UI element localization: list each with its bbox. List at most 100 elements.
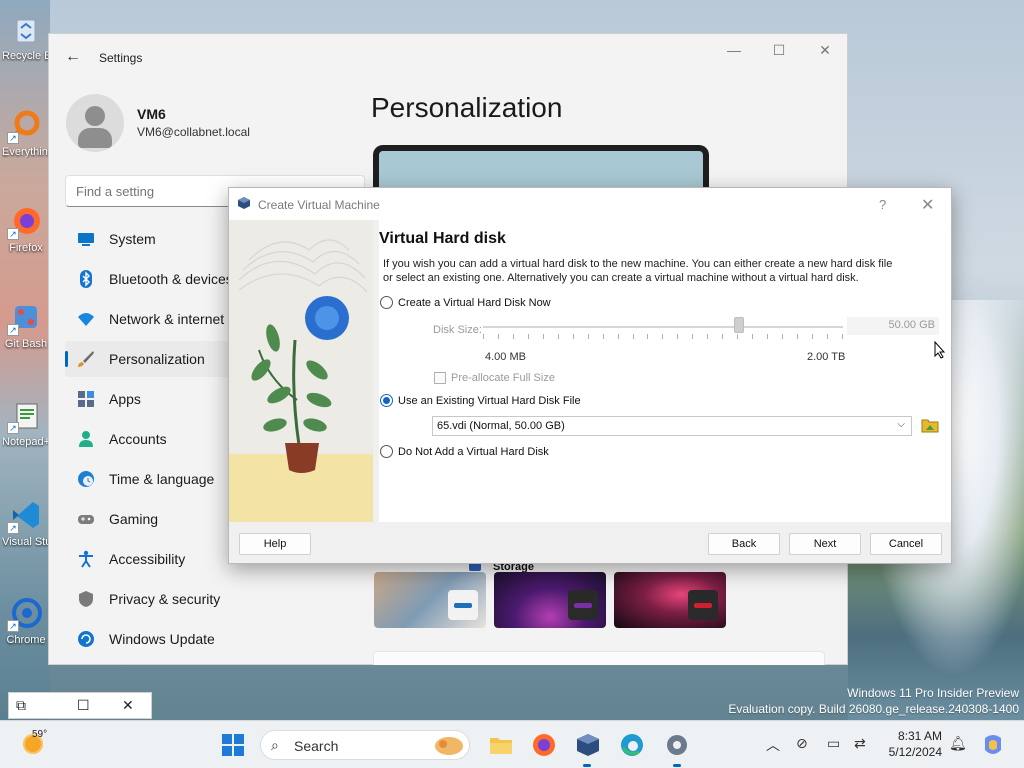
chrome-icon: ↗ (7, 596, 43, 632)
desktop-icon-notepad[interactable]: ↗ Notepad++ (2, 394, 50, 468)
wizard-content: Virtual Hard disk If you wish you can ad… (379, 220, 951, 522)
file-explorer-icon[interactable] (488, 732, 514, 758)
weather-temperature[interactable]: 59° (32, 729, 47, 740)
user-name: VM6 (137, 106, 166, 122)
disk-size-value[interactable]: 50.00 GB (847, 317, 939, 335)
snap-window-icon[interactable]: ⧉ (16, 697, 26, 714)
shortcut-arrow-icon: ↗ (7, 132, 19, 144)
network-off-icon[interactable]: ⊘ (796, 735, 808, 752)
existing-disk-select[interactable]: 65.vdi (Normal, 50.00 GB) ⌵ (432, 416, 912, 436)
taskbar-search-label: Search (294, 738, 339, 754)
radio-no-disk[interactable] (380, 445, 393, 458)
shortcut-arrow-icon: ↗ (7, 522, 19, 534)
update-icon (78, 631, 94, 647)
disk-size-slider-handle[interactable] (733, 317, 744, 333)
running-indicator (673, 764, 681, 767)
taskbar: 59° ⌕ Search ︿ ⊘ ▭ ⇄ 8:31 AM 5/12/2024 🔔… (0, 720, 1024, 768)
desktop-icon-label: Visual Studio Code (2, 536, 50, 548)
everything-icon: ↗ (7, 108, 43, 144)
shortcut-arrow-icon: ↗ (7, 620, 19, 632)
running-indicator (583, 764, 591, 767)
git-bash-icon: ↗ (7, 300, 43, 336)
settings-titlebar[interactable]: ← Settings — ☐ ✕ (49, 34, 849, 80)
page-description: If you wish you can add a virtual hard d… (383, 258, 893, 284)
sidebar-item-label: Gaming (109, 511, 159, 527)
user-email: VM6@collabnet.local (137, 125, 250, 139)
sidebar-item-privacy[interactable]: Privacy & security (65, 581, 365, 617)
brush-icon (78, 351, 94, 367)
slider-max-label: 2.00 TB (807, 351, 846, 363)
desktop-icon-git-bash[interactable]: ↗ Git Bash (2, 296, 50, 370)
help-question-icon[interactable]: ? (879, 197, 886, 212)
app-title: Settings (99, 51, 143, 65)
back-button[interactable]: Back (708, 533, 780, 555)
next-button[interactable]: Next (789, 533, 861, 555)
watermark-line: Evaluation copy. Build 26080.ge_release.… (728, 702, 1019, 716)
apps-icon (78, 391, 94, 407)
close-icon[interactable]: ✕ (810, 42, 840, 59)
radio-create-disk[interactable] (380, 296, 393, 309)
language-icon[interactable]: ⇄ (854, 735, 866, 752)
disk-size-slider-track[interactable] (483, 326, 843, 328)
preallocate-label: Pre-allocate Full Size (451, 372, 555, 384)
cancel-button[interactable]: Cancel (870, 533, 942, 555)
taskbar-search[interactable]: ⌕ Search (260, 730, 470, 760)
sidebar-item-label: Privacy & security (109, 591, 221, 607)
settings-card (373, 651, 825, 665)
edge-icon[interactable] (619, 732, 645, 758)
desktop-icon-chrome[interactable]: ↗ Chrome (2, 592, 50, 666)
desktop-icon-label: Git Bash (4, 338, 48, 350)
dialog-title: Create Virtual Machine (258, 198, 380, 212)
start-icon[interactable] (220, 732, 246, 758)
desktop-icon-label: Everything (2, 146, 50, 158)
vscode-icon: ↗ (7, 498, 43, 534)
minimize-icon[interactable]: — (719, 42, 749, 58)
help-button[interactable]: Help (239, 533, 311, 555)
copilot-icon[interactable] (980, 732, 1006, 758)
wizard-illustration (229, 220, 373, 522)
preallocate-checkbox[interactable] (434, 372, 446, 384)
sidebar-item-label: Windows Update (109, 631, 215, 647)
active-indicator (65, 351, 68, 367)
search-highlight-icon (435, 737, 463, 755)
chevron-up-icon[interactable]: ︿ (766, 735, 780, 755)
bell-icon[interactable]: 🔔︎ (949, 735, 967, 752)
desktop-icon-everything[interactable]: ↗ Everything (2, 104, 50, 178)
desktop-icon-label: Recycle Bin (2, 50, 50, 62)
radio-existing-disk[interactable] (380, 394, 393, 407)
desktop-icon-firefox[interactable]: ↗ Firefox (2, 200, 50, 274)
radio-create-disk-label: Create a Virtual Hard Disk Now (398, 297, 551, 309)
desktop-icon-label: Firefox (9, 242, 43, 254)
maximize-icon[interactable]: ☐ (764, 42, 794, 59)
search-icon: ⌕ (271, 737, 279, 753)
theme-thumbnail[interactable] (374, 572, 486, 628)
folder-open-icon[interactable] (921, 416, 939, 434)
close-icon[interactable]: ✕ (921, 195, 934, 215)
maximize-icon[interactable]: ☐ (77, 697, 90, 714)
sidebar-item-windows-update[interactable]: Windows Update (65, 621, 365, 657)
clock-date: 5/12/2024 (888, 745, 942, 759)
sidebar-item-label: Accessibility (109, 551, 186, 567)
dialog-titlebar[interactable]: Create Virtual Machine ? ✕ (229, 188, 951, 220)
sidebar-item-label: System (109, 231, 156, 247)
clock[interactable]: 8:31 AM 5/12/2024 (882, 728, 942, 760)
back-arrow-icon[interactable]: ← (65, 48, 81, 66)
avatar (66, 94, 124, 152)
monitor-icon (78, 233, 94, 246)
desktop-icon-recycle-bin[interactable]: Recycle Bin (2, 8, 50, 82)
close-icon[interactable]: ✕ (122, 697, 134, 714)
firefox-icon[interactable] (531, 732, 557, 758)
mouse-cursor-icon (934, 341, 946, 359)
slider-ticks (483, 334, 843, 339)
desktop-icon-vscode[interactable]: ↗ Visual Studio Code (2, 494, 50, 568)
person-icon (79, 431, 93, 447)
settings-icon[interactable] (664, 732, 690, 758)
virtualbox-icon[interactable] (575, 732, 601, 758)
slider-min-label: 4.00 MB (485, 351, 526, 363)
display-icon[interactable]: ▭ (827, 735, 840, 752)
theme-thumbnail[interactable] (494, 572, 606, 628)
theme-thumbnail[interactable] (614, 572, 726, 628)
shortcut-arrow-icon: ↗ (7, 228, 19, 240)
radio-no-disk-label: Do Not Add a Virtual Hard Disk (398, 446, 549, 458)
sidebar-item-label: Network & internet (109, 311, 225, 327)
